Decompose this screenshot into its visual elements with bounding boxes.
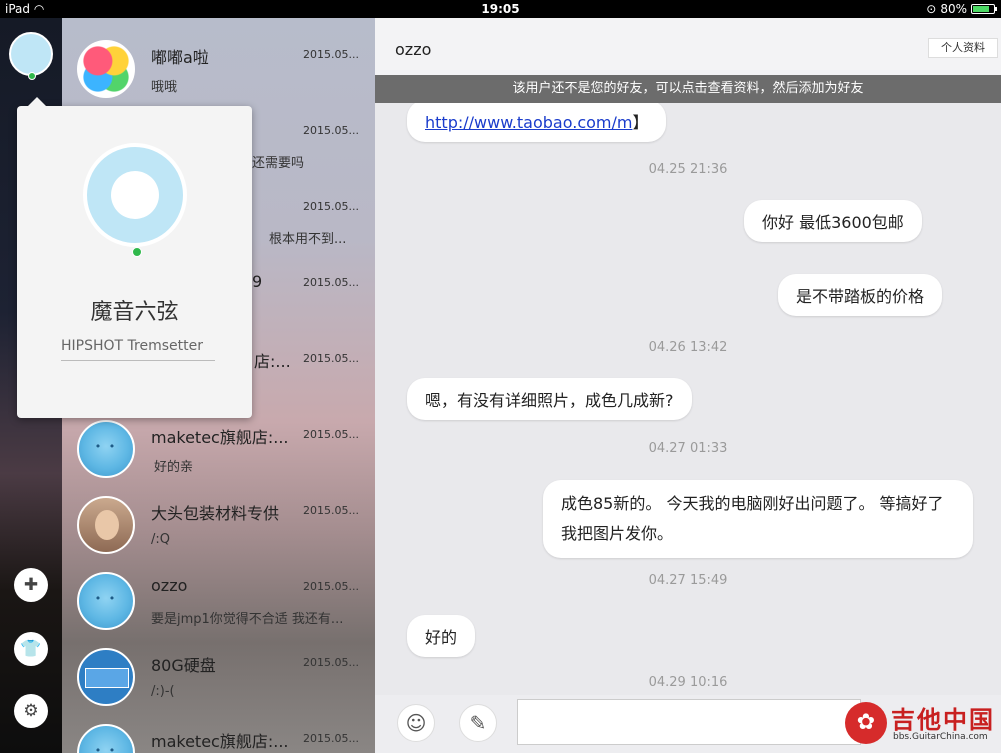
watermark-url: bbs.GuitarChina.com xyxy=(893,732,988,742)
message-text: 】 xyxy=(632,113,649,132)
rotation-lock-icon: ⊙ xyxy=(926,2,937,16)
clock: 19:05 xyxy=(481,2,520,16)
avatar xyxy=(77,420,135,478)
conversation-preview: 要是jmp1你觉得不合适 我还有... xyxy=(151,612,344,627)
gear-icon[interactable]: ⚙ xyxy=(14,694,48,728)
watermark-text: 吉他中国 xyxy=(891,706,995,734)
conversation-date: 2015.05... xyxy=(303,276,359,289)
conversation-date: 2015.05... xyxy=(303,48,359,61)
conversation-name: maketec旗舰店:... xyxy=(151,732,289,751)
conversation-item[interactable]: maketec旗舰店:... 2015.05... 好的亲 xyxy=(62,408,375,484)
conversation-name: 嘟嘟a啦 xyxy=(151,48,209,67)
chat-add-icon[interactable]: ✚ xyxy=(14,568,48,602)
message-bubble: 嗯，有没有详细照片，成色几成新? xyxy=(407,378,692,420)
site-watermark: ✿ 吉他中国 bbs.GuitarChina.com xyxy=(845,700,995,750)
message-bubble: 你好 最低3600包邮 xyxy=(744,200,922,242)
conversation-name: 80G硬盘 xyxy=(151,656,216,675)
conversation-preview: 还需要吗 xyxy=(252,156,305,171)
watermark-logo-icon: ✿ xyxy=(845,702,887,744)
message-input[interactable] xyxy=(517,699,861,745)
profile-name: 魔音六弦 xyxy=(90,300,179,325)
conversation-date: 2015.05... xyxy=(303,732,359,745)
conversation-item[interactable]: ozzo 2015.05... 要是jmp1你觉得不合适 我还有... xyxy=(62,560,375,636)
status-right: ⊙ 80% xyxy=(926,2,997,16)
timestamp: 04.27 01:33 xyxy=(648,441,728,456)
conversation-item[interactable]: 80G硬盘 2015.05... /:)-( xyxy=(62,636,375,712)
avatar xyxy=(77,724,135,753)
status-bar: iPad ◠ 19:05 ⊙ 80% xyxy=(0,0,1001,18)
conversation-item[interactable]: 嘟嘟a啦 2015.05... 哦哦 xyxy=(62,28,375,104)
message-bubble: http://www.taobao.com/m】 xyxy=(407,100,667,142)
avatar xyxy=(77,572,135,630)
chat-panel: ozzo 个人资料 http://www.taobao.com/m】 该用户还不… xyxy=(375,18,1001,753)
timestamp: 04.25 21:36 xyxy=(648,162,728,177)
qq-penguin-icon xyxy=(111,171,159,219)
timestamp: 04.27 15:49 xyxy=(648,573,728,588)
conversation-date: 2015.05... xyxy=(303,352,359,365)
profile-popup: 魔音六弦 HIPSHOT Tremsetter xyxy=(17,97,252,418)
message-link[interactable]: http://www.taobao.com/m xyxy=(425,113,632,132)
conversation-item[interactable]: 大头包装材料专供 2015.05... /:Q xyxy=(62,484,375,560)
timestamp: 04.29 10:16 xyxy=(648,675,728,690)
avatar xyxy=(77,648,135,706)
shirt-icon[interactable]: 👕 xyxy=(14,632,48,666)
profile-signature[interactable]: HIPSHOT Tremsetter xyxy=(61,338,215,361)
message-bubble: 是不带踏板的价格 xyxy=(778,274,943,316)
conversation-date: 2015.05... xyxy=(303,200,359,213)
conversation-name: 大头包装材料专供 xyxy=(151,504,280,523)
message-bubble: 成色85新的。 今天我的电脑刚好出问题了。 等搞好了我把图片发你。 xyxy=(543,480,973,558)
conversation-preview: 根本用不到... xyxy=(269,232,347,247)
emoji-icon[interactable]: ☺ xyxy=(397,704,435,742)
conversation-preview: 哦哦 xyxy=(151,80,178,95)
conversation-date: 2015.05... xyxy=(303,504,359,517)
conversation-name: 9 xyxy=(252,272,263,291)
profile-avatar xyxy=(83,143,187,257)
message-bubble: 好的 xyxy=(407,615,476,657)
online-status-icon xyxy=(28,72,36,80)
avatar xyxy=(77,40,135,98)
battery-percent: 80% xyxy=(940,2,967,16)
avatar xyxy=(77,496,135,554)
my-avatar[interactable] xyxy=(9,32,53,80)
timestamp: 04.26 13:42 xyxy=(648,340,728,355)
conversation-date: 2015.05... xyxy=(303,428,359,441)
conversation-date: 2015.05... xyxy=(303,656,359,669)
chat-header: ozzo 个人资料 xyxy=(375,18,1001,75)
conversation-preview: 好的亲 xyxy=(154,460,194,475)
conversation-date: 2015.05... xyxy=(303,124,359,137)
online-status-icon xyxy=(132,247,142,257)
conversation-item[interactable]: maketec旗舰店:... 2015.05... xyxy=(62,712,375,753)
chat-title: ozzo xyxy=(395,40,432,59)
battery-fill xyxy=(973,6,989,12)
conversation-date: 2015.05... xyxy=(303,580,359,593)
conversation-name: maketec旗舰店:... xyxy=(151,428,289,447)
profile-button[interactable]: 个人资料 xyxy=(928,38,998,58)
battery-icon xyxy=(971,4,997,14)
conversation-preview: /:Q xyxy=(151,532,170,547)
friend-notice-bar: 该用户还不是您的好友，可以点击查看资料，然后添加为好友 xyxy=(375,75,1001,103)
attach-icon[interactable]: ✎ xyxy=(459,704,497,742)
conversation-name: ozzo xyxy=(151,576,188,595)
conversation-preview: /:)-( xyxy=(151,684,175,699)
conversation-name: 店:... xyxy=(254,352,291,371)
